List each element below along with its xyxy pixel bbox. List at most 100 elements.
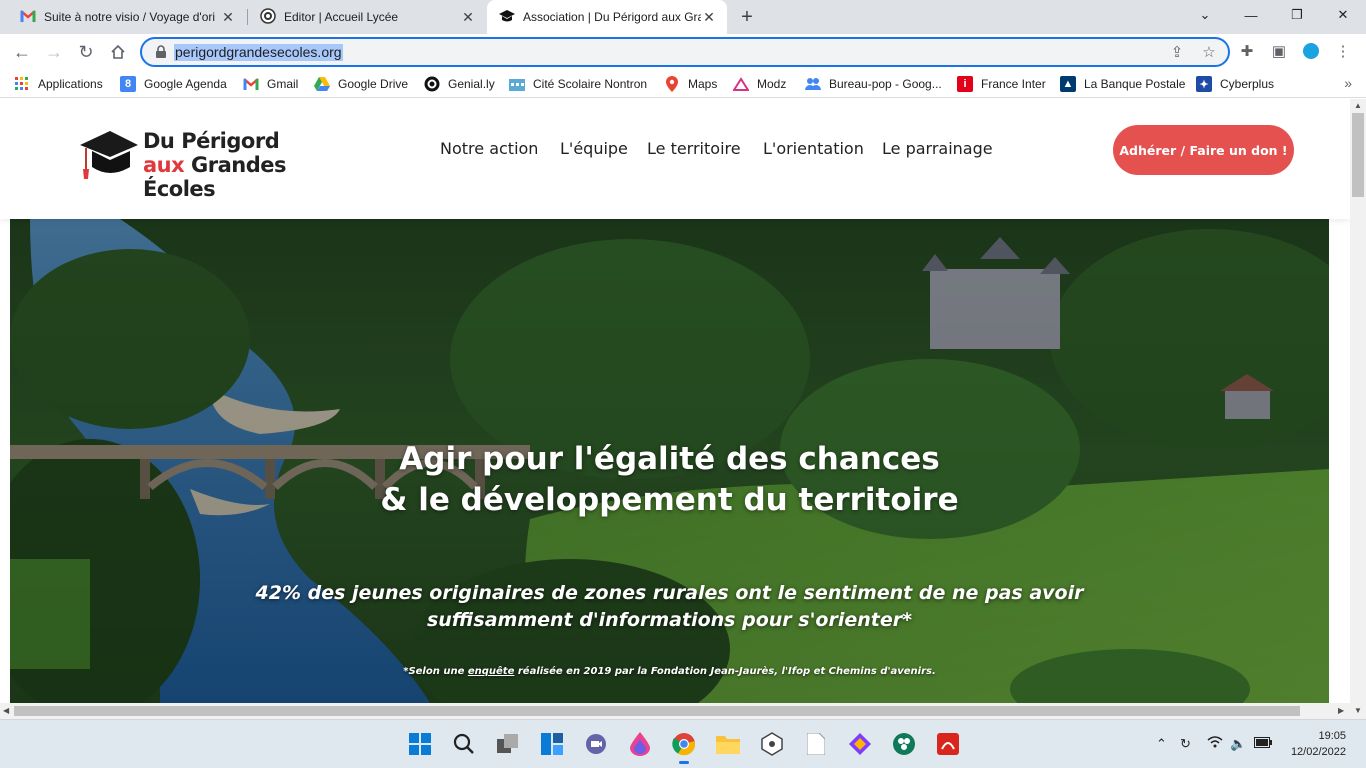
pdf-reader-icon[interactable]	[934, 730, 962, 758]
scroll-up-arrow-icon[interactable]: ▲	[1354, 101, 1362, 111]
widgets-icon[interactable]	[538, 730, 566, 758]
reload-button[interactable]: ↻	[72, 38, 100, 66]
url-text[interactable]: perigordgrandesecoles.org	[174, 44, 343, 61]
maximize-button[interactable]: ❐	[1274, 0, 1320, 30]
tray-chevron-icon[interactable]: ⌃	[1156, 736, 1167, 752]
bookmark-genially[interactable]: Genial.ly	[424, 75, 495, 93]
tab-close-icon[interactable]: ✕	[220, 9, 236, 26]
bookmark-star-icon[interactable]: ☆	[1200, 44, 1218, 62]
modz-icon	[733, 76, 749, 92]
menu-kebab-icon[interactable]: ⋮	[1333, 42, 1353, 62]
system-clock[interactable]: 19:05 12/02/2022	[1291, 728, 1346, 760]
side-panel-icon[interactable]: ▣	[1269, 42, 1289, 62]
hero-title-line-2: & le développement du territoire	[380, 482, 959, 518]
windows-start-icon[interactable]	[406, 730, 434, 758]
site-header: Du Périgord aux Grandes Écoles Notre act…	[0, 99, 1350, 219]
tab-title: Association | Du Périgord aux Gra	[523, 10, 701, 24]
paint-drop-icon[interactable]	[626, 730, 654, 758]
bookmark-applications[interactable]: Applications	[14, 75, 103, 93]
site-logo[interactable]: Du Périgord aux Grandes Écoles	[78, 127, 348, 201]
apps-grid-icon	[14, 76, 30, 92]
graduation-cap-icon	[499, 9, 515, 25]
nav-equipe[interactable]: L'équipe	[560, 139, 628, 158]
battery-icon[interactable]	[1254, 736, 1272, 751]
vertical-scrollbar[interactable]: ▲	[1350, 99, 1366, 703]
network-app-icon[interactable]	[758, 730, 786, 758]
volume-icon[interactable]: 🔈	[1230, 736, 1246, 752]
bookmark-bureau-pop[interactable]: Bureau-pop - Goog...	[805, 75, 942, 93]
file-explorer-icon[interactable]	[714, 730, 742, 758]
tab-editor[interactable]: Editor | Accueil Lycée ✕	[248, 0, 486, 34]
minimize-button[interactable]: —	[1228, 0, 1274, 30]
bookmark-label: Cyberplus	[1220, 77, 1275, 91]
calendar-icon: 8	[120, 76, 136, 92]
extensions-puzzle-icon[interactable]: ✚	[1237, 42, 1257, 62]
join-donate-button[interactable]: Adhérer / Faire un don !	[1113, 125, 1294, 175]
clover-app-icon[interactable]	[890, 730, 918, 758]
bookmark-label: Bureau-pop - Goog...	[829, 77, 942, 91]
bookmark-france-inter[interactable]: i France Inter	[957, 75, 1046, 93]
windows-taskbar: ⌃ ↻ 🔈 19:05 12/02/2022	[0, 719, 1366, 768]
sync-icon[interactable]: ↻	[1180, 736, 1191, 752]
chrome-icon[interactable]	[670, 730, 698, 764]
gmail-icon	[20, 9, 36, 25]
nav-parrainage[interactable]: Le parrainage	[882, 139, 993, 158]
colorful-app-icon[interactable]	[846, 730, 874, 758]
lock-icon	[156, 45, 166, 58]
profile-avatar-icon[interactable]	[1301, 42, 1321, 62]
bookmark-label: Maps	[688, 77, 718, 91]
back-button[interactable]: ←	[8, 38, 36, 66]
wifi-icon[interactable]	[1207, 736, 1223, 751]
tab-close-icon[interactable]: ✕	[701, 9, 717, 26]
forward-button[interactable]: →	[40, 38, 68, 66]
bookmark-label: Google Drive	[338, 77, 409, 91]
browser-toolbar: ← → ↻ perigordgrandesecoles.org ⇪ ☆ ✚ ▣ …	[0, 34, 1366, 70]
home-icon	[111, 44, 125, 59]
footnote-text-before: *Selon une	[403, 666, 468, 677]
scroll-down-arrow-icon[interactable]: ▼	[1354, 706, 1362, 716]
hero-subtitle-line-2: suffisamment d'informations pour s'orien…	[426, 609, 913, 631]
bookmark-label: Applications	[38, 77, 103, 91]
hero-banner: Agir pour l'égalité des chances & le dév…	[10, 219, 1329, 703]
nav-notre-action[interactable]: Notre action	[440, 139, 538, 158]
tab-gmail[interactable]: Suite à notre visio / Voyage d'ori ✕	[8, 0, 246, 34]
tab-association[interactable]: Association | Du Périgord aux Gra ✕	[487, 0, 727, 34]
footnote-survey-link[interactable]: enquête	[468, 666, 515, 677]
nav-territoire[interactable]: Le territoire	[647, 139, 741, 158]
bookmark-maps[interactable]: Maps	[664, 75, 717, 93]
scroll-left-arrow-icon[interactable]: ◀	[3, 706, 9, 716]
scroll-right-arrow-icon[interactable]: ▶	[1338, 706, 1344, 716]
horizontal-scrollbar[interactable]: ◀ ▶ ▼	[0, 703, 1366, 719]
bookmark-banque-postale[interactable]: ▲ La Banque Postale	[1060, 75, 1185, 93]
address-bar[interactable]: perigordgrandesecoles.org ⇪ ☆	[140, 37, 1230, 67]
bookmark-cite-scolaire[interactable]: Cité Scolaire Nontron	[509, 75, 647, 93]
logo-aux: aux	[143, 153, 185, 177]
tab-strip: Suite à notre visio / Voyage d'ori ✕ Edi…	[0, 0, 1366, 34]
teams-chat-icon[interactable]	[582, 730, 610, 758]
document-icon[interactable]	[802, 730, 830, 758]
bookmark-label: Cité Scolaire Nontron	[533, 77, 648, 91]
task-view-icon[interactable]	[494, 730, 522, 758]
share-icon[interactable]: ⇪	[1168, 44, 1186, 62]
bookmark-google-agenda[interactable]: 8 Google Agenda	[120, 75, 227, 93]
tab-search-chevron-icon[interactable]: ⌄	[1182, 0, 1228, 30]
close-window-button[interactable]: ✕	[1320, 0, 1366, 30]
bookmark-label: La Banque Postale	[1084, 77, 1186, 91]
nav-orientation[interactable]: L'orientation	[763, 139, 864, 158]
new-tab-button[interactable]: +	[736, 6, 758, 28]
school-icon	[509, 76, 525, 92]
bookmarks-bar: Applications 8 Google Agenda Gmail Googl…	[0, 70, 1366, 98]
bookmark-google-drive[interactable]: Google Drive	[314, 75, 408, 93]
bookmarks-overflow-icon[interactable]: »	[1344, 75, 1352, 91]
tab-close-icon[interactable]: ✕	[460, 9, 476, 26]
vertical-scroll-thumb[interactable]	[1352, 113, 1364, 197]
home-button[interactable]	[104, 38, 132, 66]
search-icon[interactable]	[450, 730, 478, 758]
logo-line-2: aux Grandes Écoles	[143, 153, 348, 201]
radio-icon: i	[957, 76, 973, 92]
bookmark-modz[interactable]: Modz	[733, 75, 786, 93]
drive-icon	[314, 76, 330, 92]
bookmark-gmail[interactable]: Gmail	[243, 75, 298, 93]
bookmark-cyberplus[interactable]: ✦ Cyberplus	[1196, 75, 1274, 93]
horizontal-scroll-thumb[interactable]	[14, 706, 1300, 716]
